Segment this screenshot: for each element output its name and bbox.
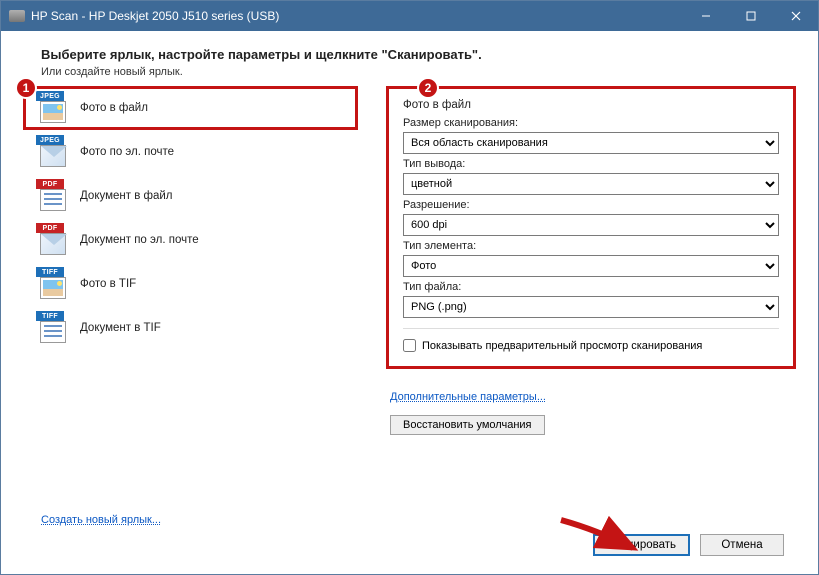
doc-icon <box>40 321 66 343</box>
env-icon <box>40 145 66 167</box>
format-badge: JPEG <box>36 91 64 101</box>
format-badge: JPEG <box>36 135 64 145</box>
photo-icon <box>40 277 66 299</box>
file-type-select[interactable]: PNG (.png) <box>403 296 779 318</box>
format-badge: PDF <box>36 179 64 189</box>
doc-icon <box>40 189 66 211</box>
resolution-label: Разрешение: <box>403 199 779 211</box>
shortcut-item[interactable]: PDF Документ в файл <box>23 174 358 218</box>
resolution-select[interactable]: 600 dpi <box>403 214 779 236</box>
maximize-button[interactable] <box>728 1 773 31</box>
divider <box>403 328 779 329</box>
shortcut-label: Фото по эл. почте <box>80 146 174 158</box>
app-icon <box>9 10 25 22</box>
format-badge: TIFF <box>36 267 64 277</box>
scan-size-label: Размер сканирования: <box>403 117 779 129</box>
shortcut-icon: PDF <box>36 179 70 213</box>
shortcut-label: Документ по эл. почте <box>80 234 199 246</box>
shortcut-icon: TIFF <box>36 311 70 345</box>
new-shortcut-link[interactable]: Создать новый ярлык... <box>41 514 161 526</box>
close-button[interactable] <box>773 1 818 31</box>
output-type-label: Тип вывода: <box>403 158 779 170</box>
settings-panel: Фото в файл Размер сканирования: Вся обл… <box>386 86 796 369</box>
shortcut-item[interactable]: JPEG Фото по эл. почте <box>23 130 358 174</box>
preview-checkbox[interactable] <box>403 339 416 352</box>
shortcut-label: Документ в файл <box>80 190 173 202</box>
shortcut-icon: JPEG <box>36 91 70 125</box>
item-type-label: Тип элемента: <box>403 240 779 252</box>
shortcut-item[interactable]: TIFF Документ в TIF <box>23 306 358 350</box>
env-icon <box>40 233 66 255</box>
photo-icon <box>40 101 66 123</box>
cancel-button[interactable]: Отмена <box>700 534 784 556</box>
window-title: HP Scan - HP Deskjet 2050 J510 series (U… <box>31 9 683 23</box>
file-type-label: Тип файла: <box>403 281 779 293</box>
titlebar: HP Scan - HP Deskjet 2050 J510 series (U… <box>1 1 818 31</box>
shortcut-label: Фото в файл <box>80 102 148 114</box>
shortcut-item[interactable]: JPEG Фото в файл <box>23 86 358 130</box>
shortcut-label: Документ в TIF <box>80 322 161 334</box>
shortcut-item[interactable]: TIFF Фото в TIF <box>23 262 358 306</box>
restore-defaults-button[interactable]: Восстановить умолчания <box>390 415 545 435</box>
annotation-circle-2: 2 <box>417 77 439 99</box>
shortcut-list: JPEG Фото в файл JPEG Фото по эл. почте PDF Д… <box>23 86 358 435</box>
output-type-select[interactable]: цветной <box>403 173 779 195</box>
minimize-button[interactable] <box>683 1 728 31</box>
settings-title: Фото в файл <box>403 99 779 111</box>
annotation-arrow <box>557 514 647 560</box>
content-area: Выберите ярлык, настройте параметры и ще… <box>1 31 818 574</box>
advanced-link[interactable]: Дополнительные параметры... <box>390 391 546 403</box>
page-heading: Выберите ярлык, настройте параметры и ще… <box>41 47 796 62</box>
shortcut-label: Фото в TIF <box>80 278 136 290</box>
shortcut-icon: JPEG <box>36 135 70 169</box>
app-window: HP Scan - HP Deskjet 2050 J510 series (U… <box>0 0 819 575</box>
format-badge: TIFF <box>36 311 64 321</box>
format-badge: PDF <box>36 223 64 233</box>
item-type-select[interactable]: Фото <box>403 255 779 277</box>
preview-checkbox-row[interactable]: Показывать предварительный просмотр скан… <box>403 339 779 352</box>
shortcut-icon: PDF <box>36 223 70 257</box>
window-controls <box>683 1 818 31</box>
preview-checkbox-label: Показывать предварительный просмотр скан… <box>422 340 702 352</box>
page-subtext: Или создайте новый ярлык. <box>41 66 796 78</box>
shortcut-item[interactable]: PDF Документ по эл. почте <box>23 218 358 262</box>
scan-size-select[interactable]: Вся область сканирования <box>403 132 779 154</box>
shortcut-icon: TIFF <box>36 267 70 301</box>
annotation-circle-1: 1 <box>15 77 37 99</box>
